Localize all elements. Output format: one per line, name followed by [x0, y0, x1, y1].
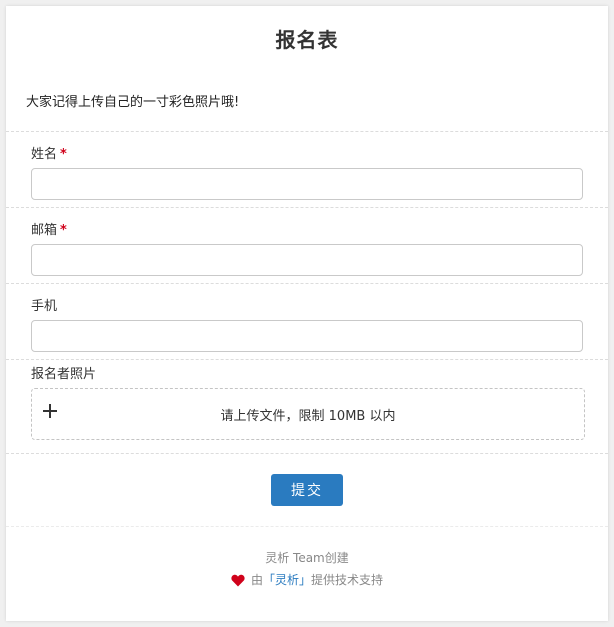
heart-icon	[231, 574, 245, 586]
field-label-photo: 报名者照片	[31, 367, 97, 382]
signup-form-card: 报名表 大家记得上传自己的一寸彩色照片哦! 姓名 * 邮箱 * 手机 报名者照片 请…	[6, 6, 608, 621]
field-email: 邮箱 *	[6, 208, 608, 284]
footer: 灵析 Team创建 由「灵析」 提供技术支持	[6, 527, 608, 589]
footer-support: 由「灵析」 提供技术支持	[6, 571, 608, 589]
field-name: 姓名 *	[6, 132, 608, 208]
field-label-email: 邮箱 *	[31, 222, 583, 240]
submit-button[interactable]: 提交	[271, 474, 343, 506]
footer-created-by: 灵析 Team创建	[265, 551, 349, 565]
support-suffix: 提供技术支持	[311, 573, 384, 587]
submit-row: 提交	[6, 454, 608, 527]
support-prefix: 由	[250, 573, 263, 587]
field-label-name: 姓名 *	[31, 146, 583, 164]
name-input[interactable]	[31, 168, 583, 200]
phone-label-text: 手机	[31, 299, 58, 314]
form-title: 报名表	[275, 27, 339, 52]
plus-icon[interactable]	[42, 403, 58, 419]
photo-upload-area[interactable]: 请上传文件，限制 10MB 以内	[31, 388, 585, 440]
required-mark: *	[60, 223, 67, 238]
field-photo: 报名者照片 请上传文件，限制 10MB 以内	[6, 360, 608, 454]
field-label-phone: 手机	[31, 298, 583, 316]
required-mark: *	[60, 147, 67, 162]
form-description: 大家记得上传自己的一寸彩色照片哦!	[6, 70, 608, 132]
field-phone: 手机	[6, 284, 608, 360]
phone-input[interactable]	[31, 320, 583, 352]
brand-link[interactable]: 「灵析」	[263, 571, 311, 589]
email-label-text: 邮箱	[31, 223, 58, 238]
name-label-text: 姓名	[31, 147, 58, 162]
email-input[interactable]	[31, 244, 583, 276]
upload-hint: 请上传文件，限制 10MB 以内	[220, 408, 396, 424]
